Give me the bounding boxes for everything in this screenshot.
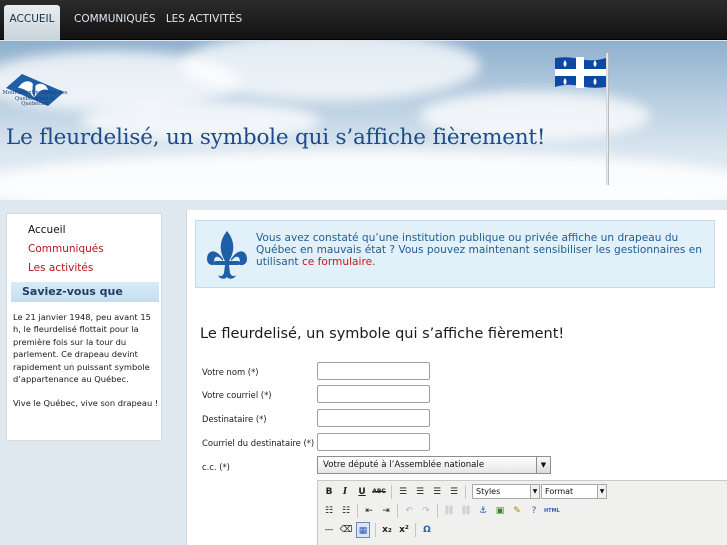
strikethrough-icon[interactable]: ABC xyxy=(372,484,386,500)
sidebar-item-activites[interactable]: Les activités xyxy=(28,262,93,274)
fleur-de-lis-icon xyxy=(207,231,247,279)
chevron-down-icon[interactable]: ▼ xyxy=(530,485,539,498)
logo-text: Mouvement national des Québécoises et Qu… xyxy=(2,90,68,107)
undo-icon[interactable]: ↶ xyxy=(402,503,416,519)
remove-format-icon[interactable]: ⌫ xyxy=(339,522,353,538)
sidebar-item-communiques[interactable]: Communiqués xyxy=(28,243,104,255)
anchor-icon[interactable]: ⚓ xyxy=(476,503,490,519)
form-title: Le fleurdelisé, un symbole qui s’affiche… xyxy=(200,326,565,342)
unlink-icon[interactable]: ⛓ xyxy=(459,503,473,519)
tab-accueil[interactable]: ACCUEIL xyxy=(4,5,60,40)
nom-input[interactable] xyxy=(317,362,430,380)
special-char-icon[interactable]: Ω xyxy=(420,522,434,538)
main-content: Vous avez constaté qu’une institution pu… xyxy=(186,210,727,545)
formulaire-link[interactable]: ce formulaire xyxy=(302,256,372,268)
sidebar: Accueil Communiqués Les activités Saviez… xyxy=(6,213,162,441)
toolbar-separator xyxy=(397,504,398,518)
label-nom: Votre nom (*) xyxy=(202,367,259,377)
destinataire-input[interactable] xyxy=(317,409,430,427)
html-source-icon[interactable]: HTML xyxy=(544,503,560,519)
label-courriel: Votre courriel (*) xyxy=(202,390,272,400)
cc-select-value: Votre député à l’Assemblée nationale xyxy=(323,460,485,470)
quebec-flag xyxy=(555,57,606,88)
cleanup-icon[interactable]: ✎ xyxy=(510,503,524,519)
courriel-input[interactable] xyxy=(317,385,430,403)
top-navigation: ACCUEIL COMMUNIQUÉS LES ACTIVITÉS xyxy=(0,0,727,40)
italic-icon[interactable]: I xyxy=(338,484,352,500)
saviez-vous-heading: Saviez-vous que xyxy=(11,282,159,302)
table-icon[interactable]: ▦ xyxy=(356,522,370,538)
toolbar-separator xyxy=(357,504,358,518)
tab-activites[interactable]: LES ACTIVITÉS xyxy=(162,5,246,40)
align-center-icon[interactable]: ☰ xyxy=(413,484,427,500)
horizontal-rule-icon[interactable]: — xyxy=(322,522,336,538)
label-destinataire: Destinataire (*) xyxy=(202,414,267,424)
label-cc: c.c. (*) xyxy=(202,462,230,472)
label-courriel-destinataire: Courriel du destinataire (*) xyxy=(202,438,315,448)
numbered-list-icon[interactable]: ☷ xyxy=(339,503,353,519)
toolbar-separator xyxy=(465,485,466,499)
sidebar-item-accueil[interactable]: Accueil xyxy=(28,224,66,236)
cloud-decoration xyxy=(0,151,727,200)
outdent-icon[interactable]: ⇤ xyxy=(362,503,376,519)
header-banner: Mouvement national des Québécoises et Qu… xyxy=(0,41,727,200)
message-editor[interactable]: B I U ABC ☰ ☰ ☰ ☰ Styles ▼ Format ▼ ☷ ☷ ⇤ … xyxy=(317,480,727,545)
saviez-paragraph: Le 21 janvier 1948, peu avant 15 h, le f… xyxy=(13,312,151,385)
flag-pole xyxy=(606,53,609,185)
link-icon[interactable]: ⛓ xyxy=(442,503,456,519)
align-right-icon[interactable]: ☰ xyxy=(430,484,444,500)
alert-text: Vous avez constaté qu’une institution pu… xyxy=(256,232,711,269)
format-select-value: Format xyxy=(545,487,574,496)
help-icon[interactable]: ? xyxy=(527,503,541,519)
image-icon[interactable]: ▣ xyxy=(493,503,507,519)
styles-select[interactable]: Styles ▼ xyxy=(472,484,540,499)
toolbar-separator xyxy=(415,523,416,537)
format-select[interactable]: Format ▼ xyxy=(541,484,607,499)
tab-communiques[interactable]: COMMUNIQUÉS xyxy=(74,5,156,40)
toolbar-separator xyxy=(437,504,438,518)
underline-icon[interactable]: U xyxy=(355,484,369,500)
cc-select[interactable]: Votre député à l’Assemblée nationale ▼ xyxy=(317,456,551,474)
bold-icon[interactable]: B xyxy=(322,484,336,500)
subscript-icon[interactable]: x₂ xyxy=(380,522,394,538)
courriel-destinataire-input[interactable] xyxy=(317,433,430,451)
justify-icon[interactable]: ☰ xyxy=(447,484,461,500)
indent-icon[interactable]: ⇥ xyxy=(379,503,393,519)
toolbar-separator xyxy=(375,523,376,537)
chevron-down-icon[interactable]: ▼ xyxy=(536,457,550,473)
align-left-icon[interactable]: ☰ xyxy=(396,484,410,500)
chevron-down-icon[interactable]: ▼ xyxy=(597,485,606,498)
page-title: Le fleurdelisé, un symbole qui s’affiche… xyxy=(6,125,546,150)
redo-icon[interactable]: ↷ xyxy=(419,503,433,519)
saviez-paragraph-2: Vive le Québec, vive son drapeau ! xyxy=(13,398,159,408)
styles-select-value: Styles xyxy=(476,487,501,496)
superscript-icon[interactable]: x² xyxy=(397,522,411,538)
alert-end: . xyxy=(372,256,376,269)
toolbar-separator xyxy=(391,485,392,499)
bullet-list-icon[interactable]: ☷ xyxy=(322,503,336,519)
info-alert: Vous avez constaté qu’une institution pu… xyxy=(195,220,715,288)
